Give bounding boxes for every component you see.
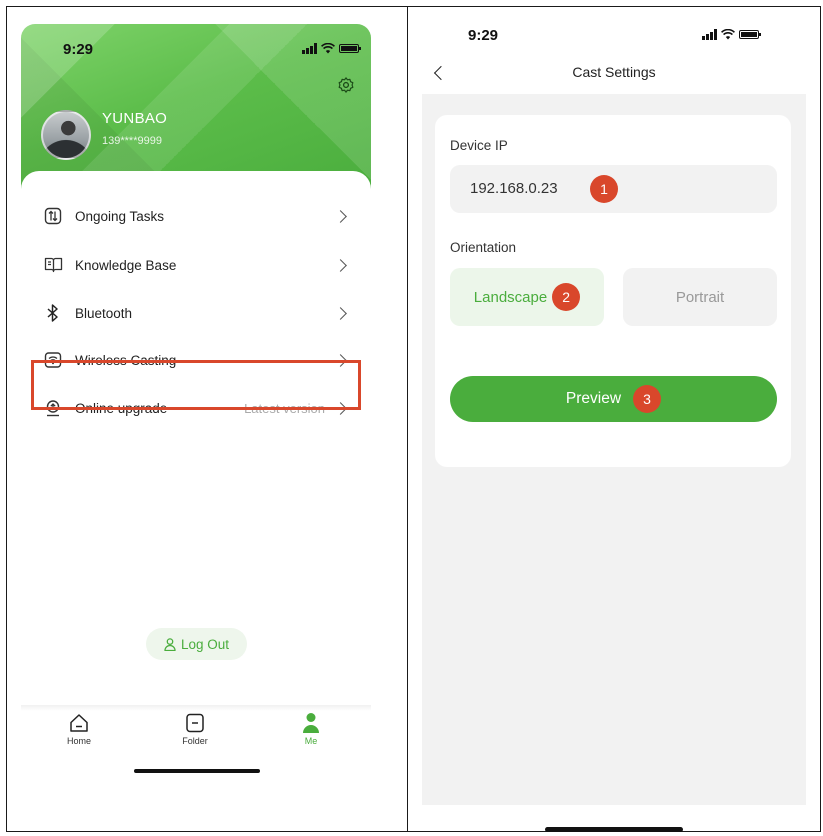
gear-icon[interactable] (337, 76, 355, 94)
avatar[interactable] (41, 110, 91, 160)
battery-icon (338, 44, 361, 53)
home-indicator (134, 769, 260, 773)
tasks-icon (43, 206, 63, 226)
menu-label: Ongoing Tasks (75, 208, 165, 224)
cast-settings-screen: 9:29 Cast Settings Device IP 192.168.0.2… (422, 24, 806, 832)
orientation-portrait-button[interactable]: Portrait (623, 268, 777, 326)
page-title: Cast Settings (572, 64, 656, 80)
preview-button[interactable]: Preview 3 (450, 376, 777, 422)
page-body: Device IP 192.168.0.23 1 Orientation Lan… (422, 94, 806, 805)
step-badge-2: 2 (552, 283, 581, 311)
cast-settings-card: Device IP 192.168.0.23 1 Orientation Lan… (435, 115, 791, 467)
step-badge-1: 1 (590, 175, 618, 203)
portrait-label: Portrait (675, 288, 725, 306)
status-time: 9:29 (468, 27, 499, 44)
signal-icon (302, 43, 317, 54)
menu-label: Knowledge Base (75, 257, 177, 273)
device-ip-field[interactable]: 192.168.0.23 1 (450, 165, 777, 213)
chevron-right-icon (334, 209, 347, 223)
orientation-landscape-button[interactable]: Landscape 2 (450, 268, 604, 326)
logout-label: Log Out (180, 636, 230, 652)
logout-button[interactable]: Log Out (146, 628, 247, 660)
folder-icon (186, 713, 204, 733)
highlight-wireless-casting (31, 360, 361, 410)
tab-home[interactable]: Home (49, 712, 109, 746)
device-ip-value: 192.168.0.23 (470, 180, 558, 197)
me-screen: 9:29 YUNBAO 139****9999 Ongoing Tasks Kn… (21, 24, 371, 804)
signal-icon (702, 29, 717, 40)
step-badge-3: 3 (633, 385, 662, 413)
chevron-right-icon (334, 258, 347, 272)
menu-label: Bluetooth (75, 305, 133, 321)
user-name: YUNBAO (102, 110, 168, 127)
home-indicator (545, 827, 683, 832)
preview-label: Preview (565, 390, 622, 407)
menu-item-ongoing-tasks[interactable]: Ongoing Tasks (21, 194, 371, 238)
book-icon (43, 255, 63, 275)
device-ip-label: Device IP (450, 138, 508, 153)
bluetooth-icon (43, 303, 63, 323)
person-outline-icon (164, 637, 176, 651)
status-time: 9:29 (63, 41, 94, 58)
menu-item-bluetooth[interactable]: Bluetooth (21, 291, 371, 335)
tab-me[interactable]: Me (281, 712, 341, 746)
status-icons (702, 29, 761, 40)
wifi-icon (320, 43, 335, 54)
orientation-label: Orientation (450, 240, 517, 255)
landscape-label: Landscape (473, 288, 548, 306)
tab-folder[interactable]: Folder (165, 712, 225, 746)
person-icon (303, 713, 319, 733)
tab-label: Folder (182, 736, 208, 746)
status-icons (302, 43, 361, 54)
nav-header: 9:29 Cast Settings (422, 24, 806, 94)
tab-bar-divider (21, 705, 371, 711)
tab-label: Me (304, 736, 318, 746)
wifi-icon (720, 29, 735, 40)
tab-label: Home (66, 736, 91, 746)
chevron-right-icon (334, 306, 347, 320)
user-phone: 139****9999 (102, 135, 162, 147)
battery-icon (738, 30, 761, 39)
menu-item-knowledge-base[interactable]: Knowledge Base (21, 243, 371, 287)
home-icon (70, 714, 88, 732)
